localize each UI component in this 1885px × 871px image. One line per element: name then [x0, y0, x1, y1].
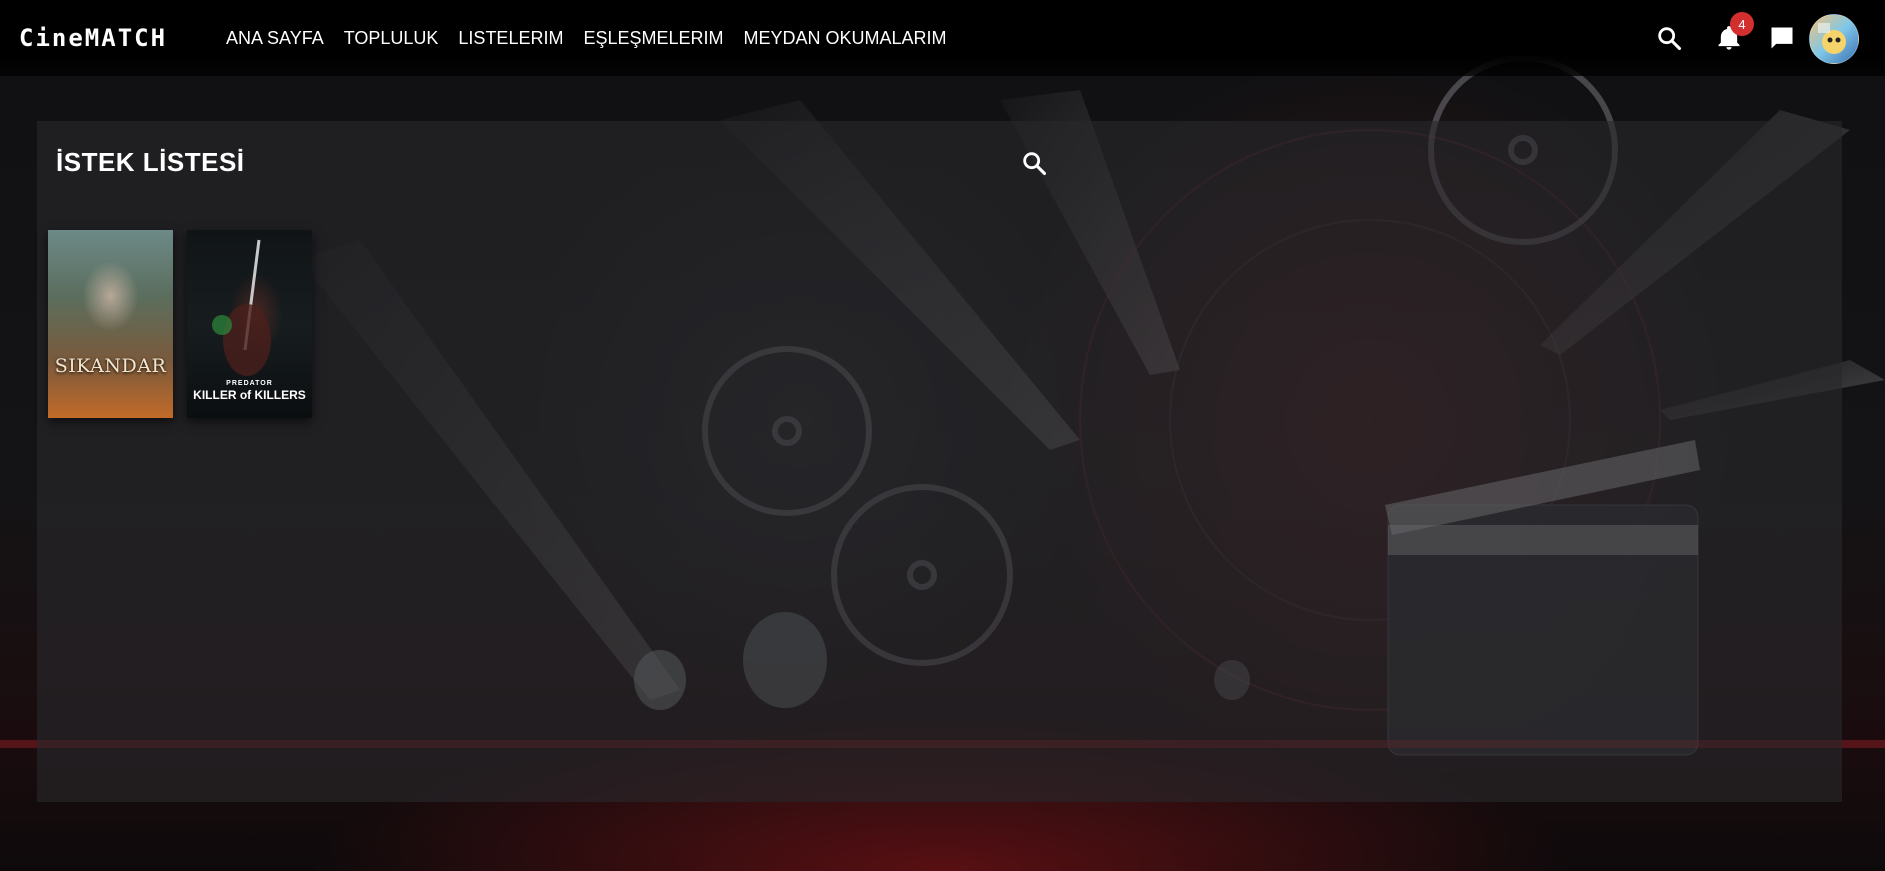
- search-icon[interactable]: [1655, 24, 1683, 52]
- chat-icon[interactable]: [1768, 24, 1796, 52]
- wishlist-panel: İSTEK LİSTESİ SIKANDAR PREDATOR KILLER o…: [37, 121, 1842, 802]
- top-navbar: CineMATCH ANA SAYFA TOPLULUK LISTELERIM …: [0, 0, 1885, 76]
- nav-menu: ANA SAYFA TOPLULUK LISTELERIM EŞLEŞMELER…: [226, 0, 967, 76]
- poster-title: KILLER of KILLERS: [193, 388, 306, 402]
- nav-item-eslesmelerim[interactable]: EŞLEŞMELERIM: [583, 28, 723, 49]
- search-icon[interactable]: [1020, 149, 1048, 177]
- nav-item-meydan-okumalarim[interactable]: MEYDAN OKUMALARIM: [744, 28, 947, 49]
- notification-badge: 4: [1730, 12, 1754, 36]
- nav-item-listelerim[interactable]: LISTELERIM: [458, 28, 563, 49]
- page-root: CineMATCH ANA SAYFA TOPLULUK LISTELERIM …: [0, 0, 1885, 871]
- nav-item-ana-sayfa[interactable]: ANA SAYFA: [226, 28, 324, 49]
- app-logo[interactable]: CineMATCH: [19, 24, 167, 52]
- user-avatar[interactable]: [1809, 14, 1859, 64]
- poster-title: SIKANDAR: [54, 355, 167, 377]
- movie-poster[interactable]: SIKANDAR: [48, 230, 173, 418]
- page-title: İSTEK LİSTESİ: [56, 147, 245, 177]
- movie-poster[interactable]: PREDATOR KILLER of KILLERS: [187, 230, 312, 418]
- poster-kicker: PREDATOR: [226, 380, 273, 387]
- nav-item-topluluk[interactable]: TOPLULUK: [344, 28, 439, 49]
